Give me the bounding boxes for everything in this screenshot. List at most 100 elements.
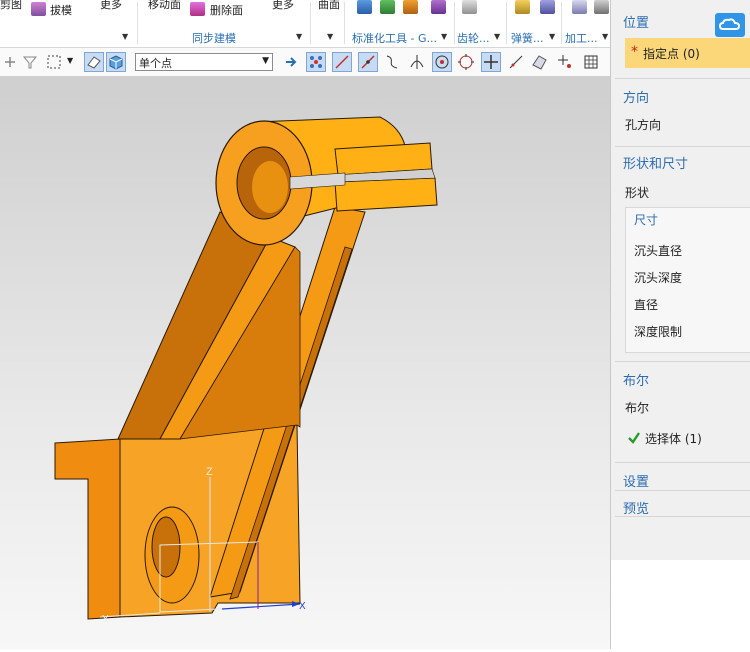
delete-face-icon[interactable]	[190, 2, 205, 16]
group-label-sync-modeling: 同步建模	[192, 32, 236, 45]
point-grid-icon	[310, 56, 322, 68]
snap-plus-icon[interactable]	[2, 54, 16, 70]
chevron-down-icon: ▼	[262, 56, 269, 66]
dropdown-arrow-icon[interactable]: ▼	[441, 32, 447, 41]
ribbon-divider	[344, 2, 345, 44]
machining-icon[interactable]	[572, 0, 587, 14]
delete-face-button[interactable]: 删除面	[210, 2, 243, 18]
panel-footer-area	[611, 560, 750, 649]
section-divider	[615, 78, 750, 79]
dropdown-arrow-icon[interactable]: ▼	[67, 56, 73, 65]
boolean-label: 布尔	[625, 401, 650, 415]
dim-counterbore-depth: 沉头深度	[634, 271, 683, 285]
grid-icon[interactable]	[582, 53, 600, 71]
z-axis-label: Z	[206, 466, 213, 478]
bolt-icon[interactable]	[403, 0, 418, 14]
draft-icon[interactable]	[31, 2, 46, 16]
section-title-direction[interactable]: 方向	[623, 87, 649, 106]
standard-part-icon[interactable]	[357, 0, 372, 14]
ribbon-divider	[454, 2, 455, 44]
snap-midpoint-button[interactable]	[358, 52, 378, 72]
snap-intersection-button[interactable]	[481, 52, 501, 72]
body-cube-icon	[109, 55, 123, 70]
point-on-surface-icon[interactable]	[530, 53, 548, 71]
spring-tool-icon[interactable]	[540, 0, 555, 14]
required-asterisk-icon: *	[631, 44, 638, 60]
dim-diameter: 直径	[634, 298, 659, 312]
snap-mode-select[interactable]: 单个点 ▼	[135, 53, 273, 71]
dimensions-group: 尺寸 沉头直径 沉头深度 直径 深度限制	[625, 207, 750, 353]
intersection-icon	[484, 55, 498, 69]
dim-counterbore-diameter: 沉头直径	[634, 244, 683, 258]
arrow-right-icon[interactable]	[283, 54, 299, 70]
point-on-line-icon[interactable]	[507, 53, 525, 71]
snap-arc-center-button[interactable]	[432, 52, 452, 72]
clamp-ear-bottom	[334, 177, 438, 212]
checkmark-icon	[628, 432, 640, 444]
section-divider	[615, 146, 750, 147]
hole-direction-label: 孔方向	[625, 118, 662, 132]
cylinder-bore-inner	[252, 161, 288, 213]
dropdown-arrow-icon[interactable]: ▼	[296, 32, 302, 41]
specify-point-selector[interactable]: * 指定点 (0)	[625, 38, 750, 68]
snap-endpoint-button[interactable]	[332, 52, 352, 72]
arc-center-icon	[435, 55, 449, 69]
snap-grid-point-icon[interactable]	[556, 53, 574, 71]
ribbon-divider	[310, 2, 311, 44]
more-button-1[interactable]: 更多	[100, 0, 122, 12]
snap-mode-value: 单个点	[139, 57, 172, 70]
tool-icon[interactable]	[431, 0, 446, 14]
section-divider	[615, 361, 750, 362]
trim-button[interactable]: 剪图	[0, 0, 22, 12]
counterbore-hole	[151, 516, 181, 578]
part-model[interactable]: Z X Y	[0, 77, 610, 649]
graphics-viewport[interactable]: Z X Y	[0, 77, 610, 649]
dropdown-arrow-icon[interactable]: ▼	[327, 32, 333, 41]
move-face-button[interactable]: 移动面	[148, 0, 181, 12]
section-title-form-dimensions[interactable]: 形状和尺寸	[623, 153, 688, 172]
line-endpoint-icon	[335, 55, 349, 69]
select-body-label[interactable]: 选择体 (1)	[645, 430, 702, 447]
base-side-face	[54, 438, 121, 620]
dimensions-title[interactable]: 尺寸	[634, 211, 658, 228]
snap-point-button[interactable]	[306, 52, 326, 72]
x-axis-label: X	[299, 601, 306, 612]
group-label-machining: 加工...	[565, 32, 598, 45]
section-title-preview[interactable]: 预览	[623, 498, 649, 517]
y-axis-label: Y	[102, 614, 109, 625]
ribbon-divider	[506, 2, 507, 44]
select-face-button[interactable]	[84, 52, 104, 72]
dropdown-arrow-icon[interactable]: ▼	[602, 32, 608, 41]
specify-point-label: 指定点 (0)	[643, 47, 700, 61]
draft-button[interactable]: 拔模	[50, 2, 72, 18]
group-label-standard-tools: 标准化工具 - G...	[352, 32, 437, 45]
cloud-sync-button[interactable]	[715, 13, 745, 37]
select-body-button[interactable]	[106, 52, 126, 72]
curve-point-icon[interactable]	[383, 53, 401, 71]
tangent-icon[interactable]	[408, 53, 426, 71]
dim-depth-limit: 深度限制	[634, 325, 683, 339]
spring-icon[interactable]	[515, 0, 530, 14]
section-title-boolean[interactable]: 布尔	[623, 370, 649, 389]
quadrant-icon[interactable]	[457, 53, 475, 71]
dropdown-arrow-icon[interactable]: ▼	[549, 32, 555, 41]
group-label-spring: 弹簧...	[511, 32, 544, 45]
shape-label: 形状	[625, 186, 650, 200]
more-button-2[interactable]: 更多	[272, 0, 294, 12]
dropdown-arrow-icon[interactable]: ▼	[122, 32, 128, 41]
face-icon	[87, 56, 101, 69]
section-divider	[615, 490, 750, 491]
machining-tool-icon[interactable]	[594, 0, 609, 14]
section-divider	[615, 516, 750, 517]
gear-icon[interactable]	[462, 0, 477, 14]
cloud-icon	[718, 18, 741, 30]
box-select-icon[interactable]	[46, 53, 64, 71]
dropdown-arrow-icon[interactable]: ▼	[494, 32, 500, 41]
surface-button[interactable]: 曲面	[318, 0, 340, 12]
section-title-settings[interactable]: 设置	[623, 471, 649, 490]
section-title-position[interactable]: 位置	[623, 12, 649, 31]
filter-icon[interactable]	[22, 54, 38, 70]
fastener-icon[interactable]	[380, 0, 395, 14]
hole-dialog-panel: 位置 * 指定点 (0) 方向 孔方向 形状和尺寸 形状 尺寸 沉头直径 沉头深…	[610, 0, 750, 649]
x-axis-line	[221, 603, 301, 610]
